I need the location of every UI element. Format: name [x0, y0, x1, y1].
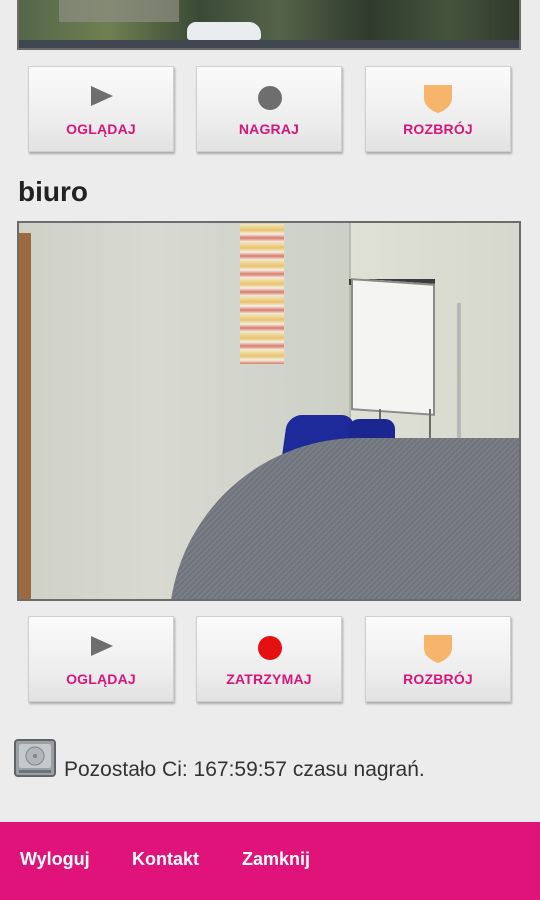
recording-time-remaining: Pozostało Ci: 167:59:57 czasu nagrań.: [64, 758, 425, 781]
snapshot-coat-rack: [457, 303, 461, 438]
snapshot-detail: [59, 0, 179, 22]
camera-2-stop-label: ZATRZYMAJ: [226, 671, 312, 687]
shield-icon: [424, 85, 452, 113]
contact-link[interactable]: Kontakt: [132, 849, 199, 870]
camera-1-snapshot[interactable]: [17, 0, 521, 50]
hard-drive-icon: [14, 739, 56, 777]
snapshot-detail: [19, 40, 519, 48]
camera-2-disarm-button[interactable]: ROZBRÓJ: [365, 616, 511, 702]
camera-1-watch-label: OGLĄDAJ: [66, 121, 136, 137]
record-dot-icon: [258, 86, 282, 110]
camera-2-disarm-label: ROZBRÓJ: [403, 671, 473, 687]
bottom-nav-bar: Wyloguj Kontakt Zamknij: [0, 822, 540, 900]
camera-2-snapshot[interactable]: [17, 221, 521, 601]
snapshot-door: [19, 233, 31, 599]
record-dot-icon: [258, 636, 282, 660]
snapshot-poster: [239, 223, 285, 365]
camera-1-disarm-label: ROZBRÓJ: [403, 121, 473, 137]
camera-2-watch-button[interactable]: OGLĄDAJ: [28, 616, 174, 702]
camera-1-disarm-button[interactable]: ROZBRÓJ: [365, 66, 511, 152]
camera-2-title: biuro: [18, 176, 88, 207]
snapshot-detail: [187, 22, 261, 40]
camera-1-record-label: NAGRAJ: [238, 121, 300, 137]
camera-2-stop-button[interactable]: ZATRZYMAJ: [196, 616, 342, 702]
close-link[interactable]: Zamknij: [242, 849, 310, 870]
camera-1-watch-button[interactable]: OGLĄDAJ: [28, 66, 174, 152]
camera-2-watch-label: OGLĄDAJ: [66, 671, 136, 687]
logout-link[interactable]: Wyloguj: [20, 849, 90, 870]
play-icon: [91, 636, 113, 656]
snapshot-flipchart: [351, 278, 435, 416]
shield-icon: [424, 635, 452, 663]
play-icon: [91, 86, 113, 106]
camera-1-record-button[interactable]: NAGRAJ: [196, 66, 342, 152]
